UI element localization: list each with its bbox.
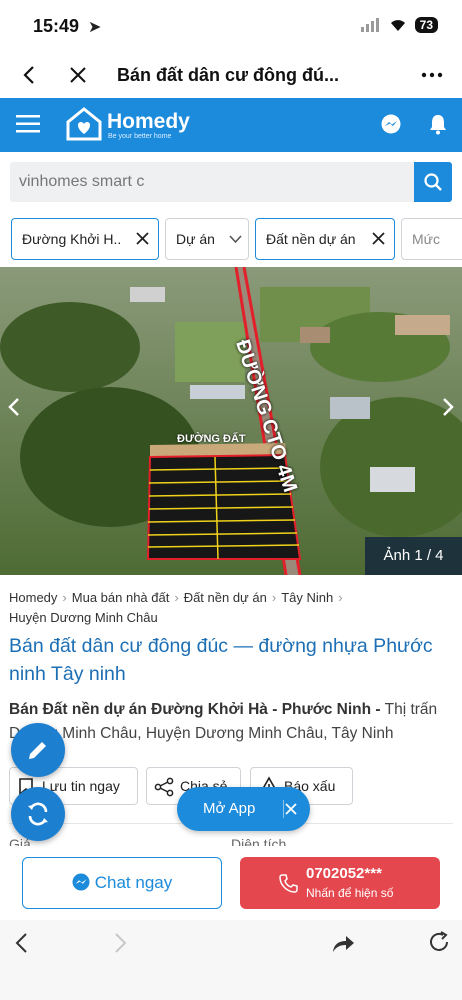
phone-icon xyxy=(279,874,298,893)
listing-photo[interactable]: ĐƯỜNG CTO 4M ĐƯỜNG ĐẤT Ảnh 1 / 4 xyxy=(0,267,462,575)
phone-number: 0702052*** xyxy=(306,865,382,882)
sync-icon xyxy=(28,802,48,826)
filter-price-label: Mức xyxy=(412,231,441,247)
signal-icon xyxy=(360,18,379,32)
pencil-icon xyxy=(29,742,46,759)
site-header: Homedy Be your better home xyxy=(0,98,462,152)
wifi-icon xyxy=(390,20,405,31)
phone-hint: Nhấn để hiện số xyxy=(306,886,394,900)
close-icon[interactable] xyxy=(285,803,297,815)
chat-label: Chat ngay xyxy=(94,873,173,892)
back-icon[interactable] xyxy=(12,932,32,954)
more-icon[interactable] xyxy=(421,72,443,78)
chevron-down-icon xyxy=(229,235,242,244)
chevron-left-icon[interactable] xyxy=(20,65,40,85)
photo-counter: Ảnh 1 / 4 xyxy=(365,537,462,575)
logo-text[interactable]: Homedy xyxy=(107,110,190,134)
address-bold: Bán Đất nền dự án Đường Khởi Hà - Phước … xyxy=(9,701,381,718)
filter-category-label: Đất nền dự án xyxy=(266,231,356,247)
breadcrumb: Homedy › Mua bán nhà đất › Đất nền dự án › Tây… xyxy=(9,588,453,628)
filter-project-label: Dự án xyxy=(176,231,215,247)
search-bar xyxy=(10,162,452,202)
status-indicators: 73 xyxy=(360,17,438,33)
breadcrumb-item[interactable]: Homedy xyxy=(9,590,57,605)
filter-street[interactable]: Đường Khởi H.. xyxy=(11,218,159,260)
breadcrumb-separator: › xyxy=(338,590,343,605)
messenger-icon xyxy=(72,873,90,891)
filter-project[interactable]: Dự án xyxy=(165,218,249,260)
breadcrumb-item[interactable]: Tây Ninh xyxy=(281,590,333,605)
breadcrumb-separator: › xyxy=(62,590,67,605)
breadcrumb-item[interactable]: Mua bán nhà đất xyxy=(72,590,170,605)
breadcrumb-separator: › xyxy=(174,590,179,605)
inner-road-label: ĐƯỜNG ĐẤT xyxy=(177,433,246,445)
filter-price[interactable]: Mức xyxy=(401,218,462,260)
aerial-photo-illustration xyxy=(0,267,462,575)
refresh-fab[interactable] xyxy=(11,787,65,841)
search-input[interactable] xyxy=(10,162,414,202)
filter-street-label: Đường Khởi H.. xyxy=(22,231,122,247)
contact-bar: Chat ngay 0702052*** Nhấn để hiện số xyxy=(0,846,462,920)
filter-category[interactable]: Đất nền dự án xyxy=(255,218,395,260)
logo-tagline: Be your better home xyxy=(108,133,172,140)
breadcrumb-item[interactable]: Đất nền dự án xyxy=(184,590,267,605)
forward-icon[interactable] xyxy=(110,932,130,954)
browser-nav-bar xyxy=(0,920,462,1000)
share-icon xyxy=(154,777,174,797)
listing-address: Bán Đất nền dự án Đường Khởi Hà - Phước … xyxy=(9,698,449,746)
status-time: 15:49 xyxy=(33,16,80,36)
status-bar: 15:49 ➤ 73 xyxy=(0,0,462,52)
page: 15:49 ➤ 73 Bán đất dân cư đông đú... Hom… xyxy=(0,0,462,1000)
breadcrumb-separator: › xyxy=(271,590,277,605)
phone-button[interactable]: 0702052*** Nhấn để hiện số xyxy=(240,857,440,909)
edit-fab[interactable] xyxy=(11,723,65,777)
messenger-icon[interactable] xyxy=(381,114,401,134)
open-app-label: Mở App xyxy=(203,800,256,817)
close-icon[interactable] xyxy=(135,231,150,246)
chat-button[interactable]: Chat ngay xyxy=(22,857,222,909)
breadcrumb-item[interactable]: Huyện Dương Minh Châu xyxy=(9,610,158,625)
listing-title: Bán đất dân cư đông đúc — đường nhựa Phư… xyxy=(9,635,433,685)
browser-title: Bán đất dân cư đông đú... xyxy=(117,65,340,85)
share-arrow-icon[interactable] xyxy=(330,932,356,954)
close-icon[interactable] xyxy=(68,65,88,85)
close-icon[interactable] xyxy=(371,231,386,246)
hamburger-menu-icon[interactable] xyxy=(16,114,40,134)
battery-indicator: 73 xyxy=(414,17,438,33)
bell-icon[interactable] xyxy=(428,113,448,135)
search-icon xyxy=(424,173,442,191)
divider xyxy=(283,800,284,818)
location-arrow-icon: ➤ xyxy=(88,19,102,36)
reload-icon[interactable] xyxy=(427,930,451,954)
browser-bar: Bán đất dân cư đông đú... xyxy=(0,52,462,98)
search-button[interactable] xyxy=(414,162,452,202)
open-app-button[interactable]: Mở App xyxy=(177,787,310,831)
homedy-logo-icon[interactable] xyxy=(66,107,102,141)
